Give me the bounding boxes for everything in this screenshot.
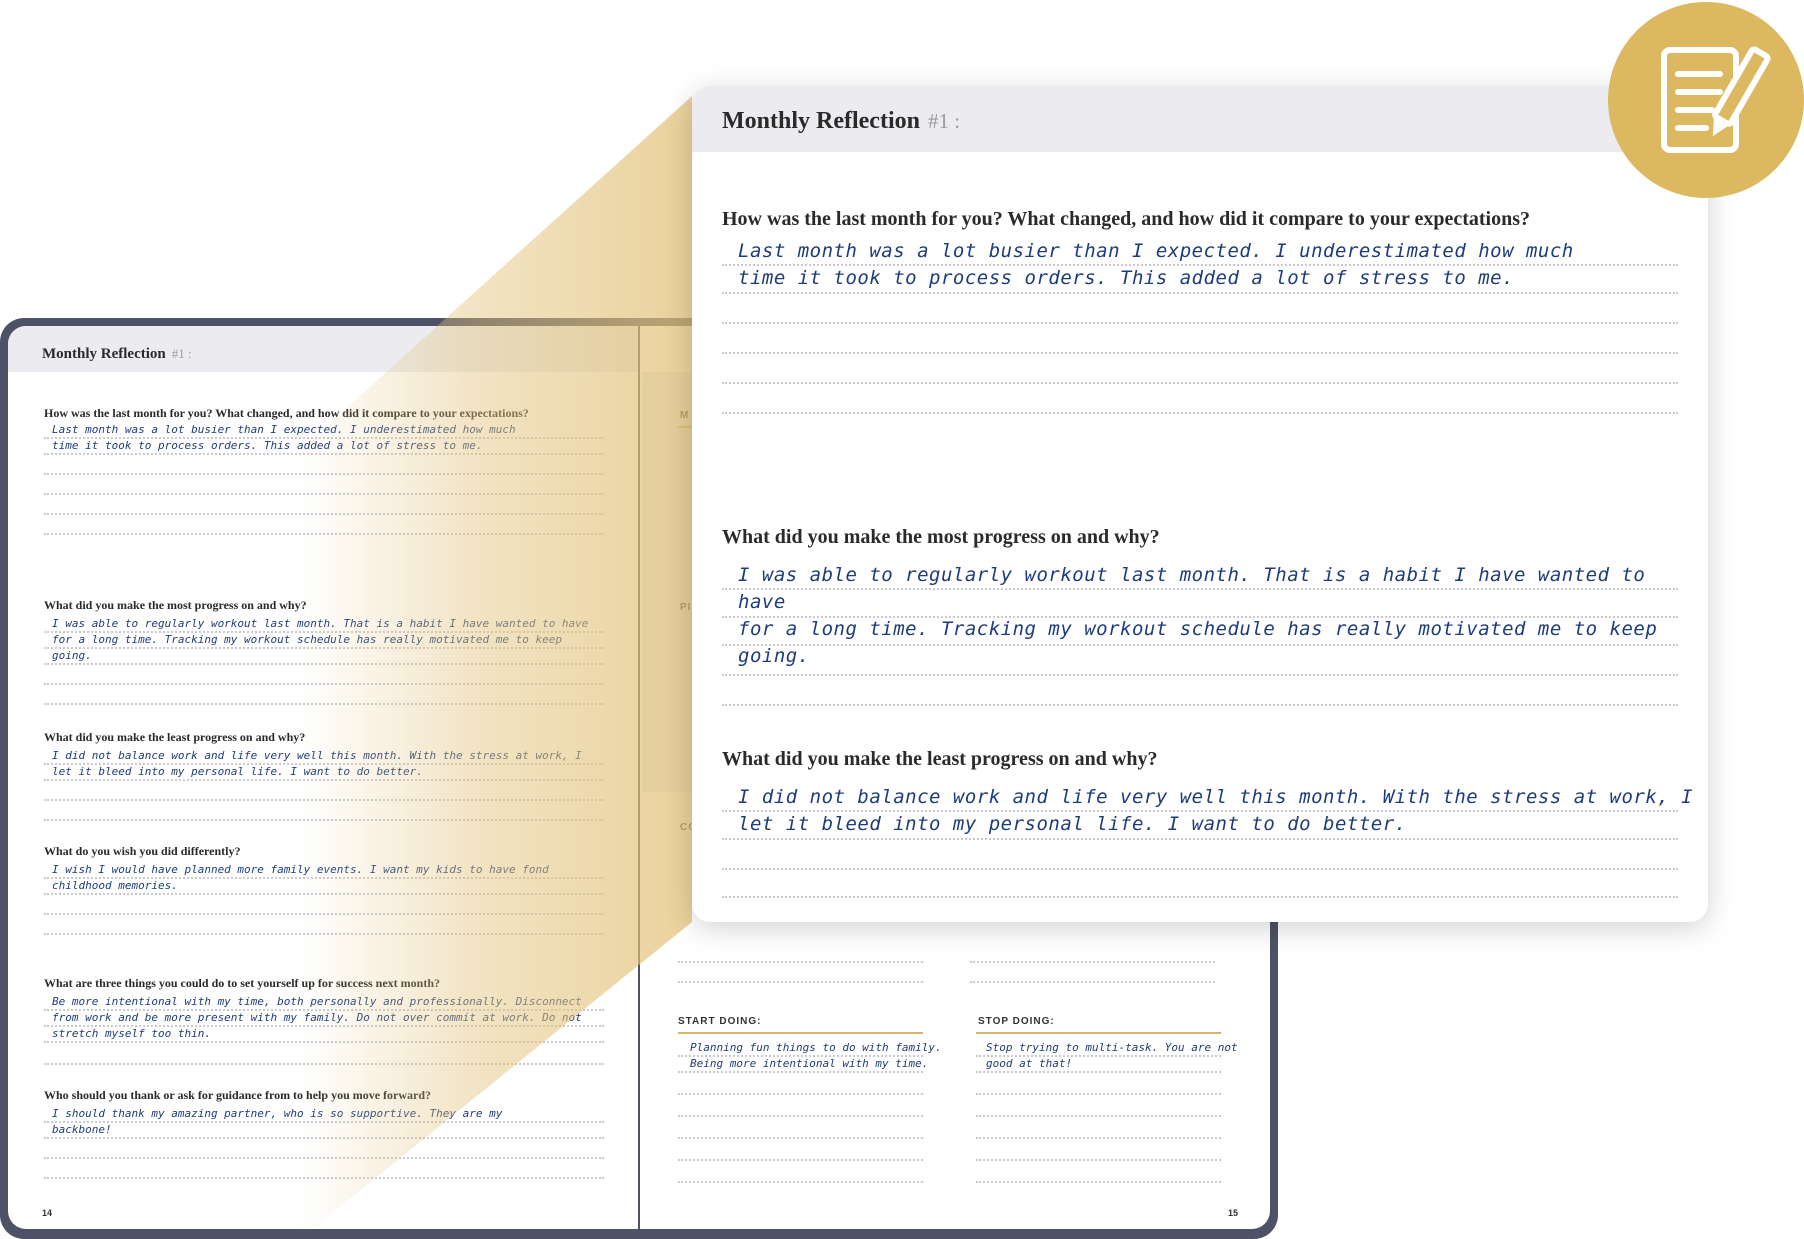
- left-question-2: What did you make the most progress on a…: [44, 598, 307, 612]
- left-question-6: Who should you thank or ask for guidance…: [44, 1088, 432, 1102]
- right-page-number: 15: [1228, 1208, 1239, 1218]
- start-doing-rule: [678, 1032, 923, 1034]
- stop-doing-rule: [976, 1032, 1221, 1034]
- stop-doing-label: STOP DOING:: [978, 1016, 1055, 1027]
- zoom-question-1: How was the last month for you? What cha…: [722, 208, 1531, 230]
- left-page-title: Monthly Reflection #1 :: [42, 346, 192, 362]
- journal-badge: [1608, 2, 1804, 198]
- left-answer-5: Be more intentional with my time, both p…: [52, 995, 582, 1040]
- left-page-number: 14: [42, 1208, 53, 1218]
- zoom-question-3: What did you make the least progress on …: [722, 748, 1158, 770]
- start-doing-label: START DOING:: [678, 1016, 762, 1027]
- document-pencil-icon: [1661, 46, 1771, 153]
- zoom-header: Monthly Reflection #1 :: [692, 86, 1708, 152]
- zoom-question-2: What did you make the most progress on a…: [722, 526, 1160, 548]
- left-page: Monthly Reflection #1 : How was the last …: [8, 326, 638, 1229]
- right-partial-label-1: M: [680, 410, 690, 421]
- left-question-4: What do you wish you did differently?: [44, 844, 241, 858]
- left-question-5: What are three things you could do to se…: [44, 976, 441, 990]
- right-partial-label-2: PI: [680, 602, 692, 613]
- zoomed-reflection-card: Monthly Reflection #1 : How was the last …: [692, 86, 1708, 922]
- zoom-title: Monthly Reflection #1 :: [722, 108, 961, 134]
- left-page-header: Monthly Reflection #1 :: [8, 326, 638, 372]
- left-question-1: How was the last month for you? What cha…: [44, 406, 529, 420]
- left-answer-2: I was able to regularly workout last mon…: [52, 617, 589, 662]
- left-question-3: What did you make the least progress on …: [44, 730, 306, 744]
